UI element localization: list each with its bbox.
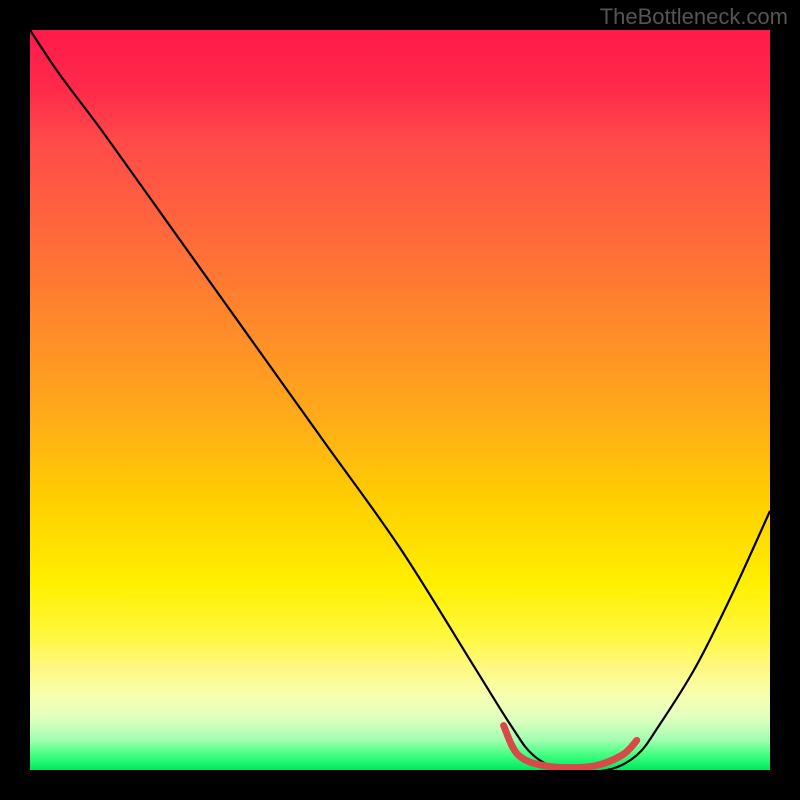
chart-plot-area	[30, 30, 770, 770]
watermark-text: TheBottleneck.com	[600, 4, 788, 30]
chart-curve	[30, 30, 770, 770]
chart-svg	[30, 30, 770, 770]
chart-highlight-segment	[504, 726, 637, 768]
